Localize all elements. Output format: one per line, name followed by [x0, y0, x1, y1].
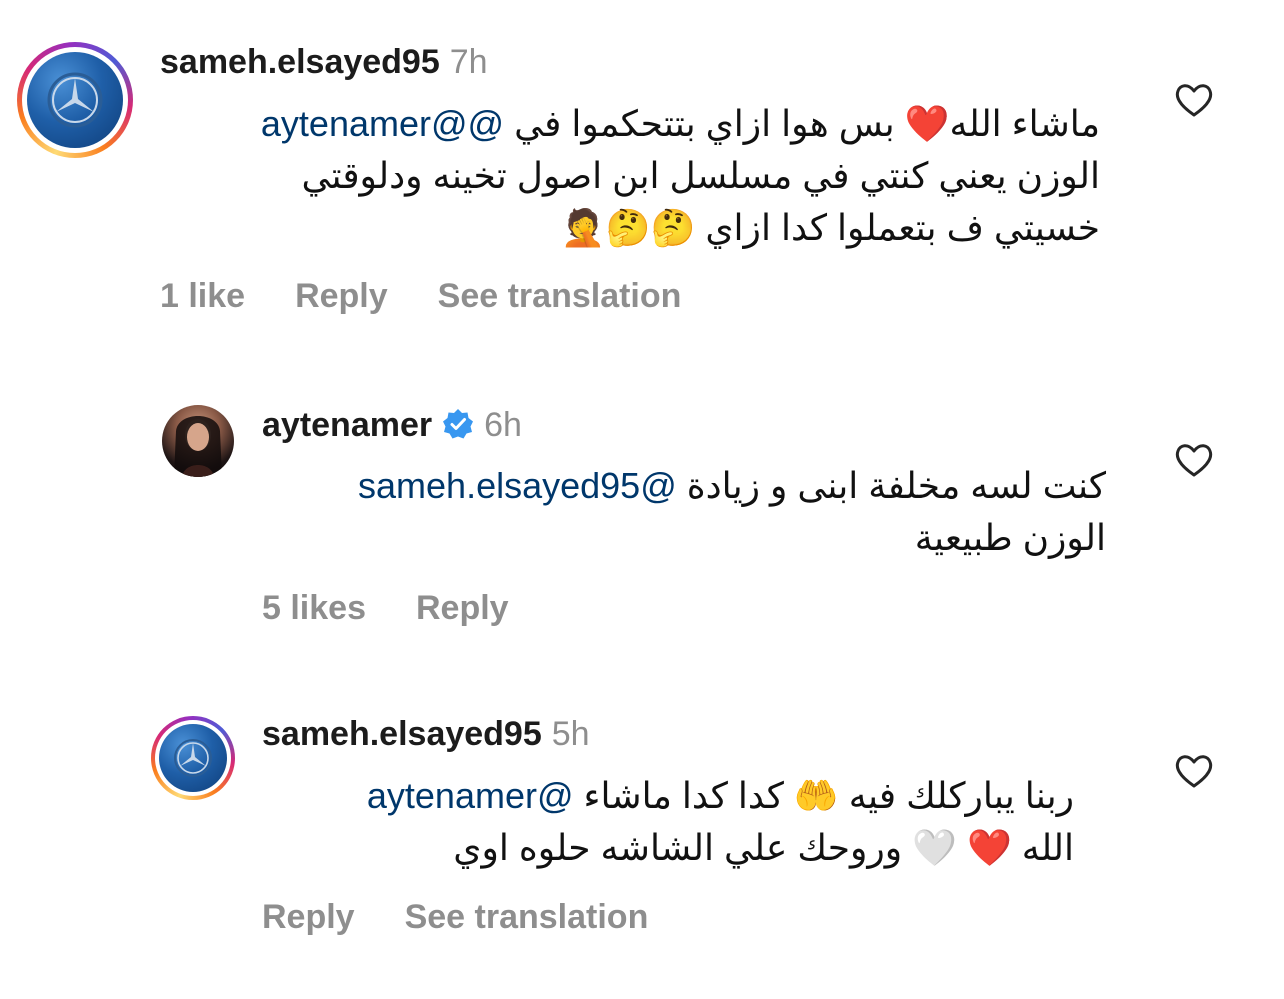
like-heart-icon[interactable] [1174, 753, 1214, 789]
comment-3: sameh.elsayed95 5h ربنا يباركلك فيه 🤲 كدا… [0, 0, 1284, 999]
comment-header: sameh.elsayed95 5h [262, 715, 590, 754]
mention-link[interactable]: @aytenamer [367, 775, 574, 816]
comment-actions: Reply See translation [262, 898, 698, 937]
username[interactable]: sameh.elsayed95 [262, 715, 542, 753]
reply-button[interactable]: Reply [262, 898, 355, 936]
see-translation-button[interactable]: See translation [405, 898, 649, 936]
comment-text-line: الله ❤️ 🤍 وروحك علي الشاشه حلوه اوي [453, 827, 1074, 868]
comment-text: ربنا يباركلك فيه 🤲 كدا كدا ماشاء @aytena… [214, 770, 1074, 874]
comment-text-line: ربنا يباركلك فيه 🤲 كدا كدا ماشاء [573, 775, 1074, 816]
timestamp: 5h [551, 715, 590, 753]
